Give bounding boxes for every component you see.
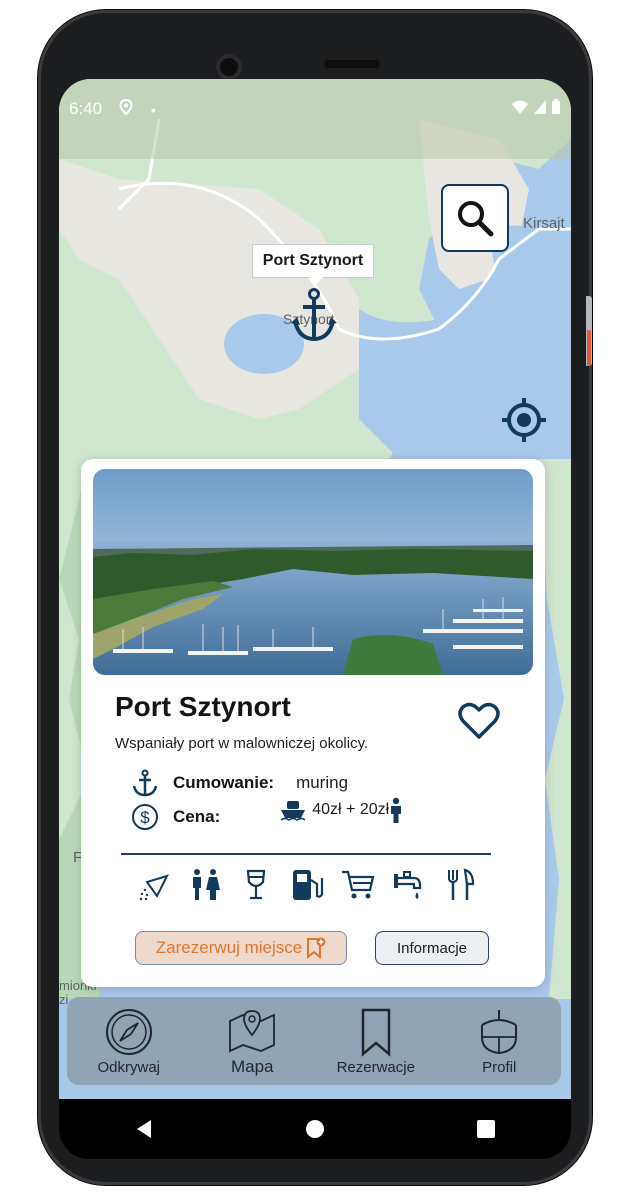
front-camera xyxy=(216,54,242,80)
home-icon[interactable] xyxy=(304,1118,326,1140)
toilet-icon xyxy=(193,869,220,900)
recents-icon[interactable] xyxy=(475,1118,497,1140)
shop-icon xyxy=(342,870,375,899)
price-value: 40zł + 20zł xyxy=(312,801,390,818)
map-label-kirsajty: Kirsajt xyxy=(523,215,565,232)
dollar-icon: $ xyxy=(132,804,158,830)
nav-label-odkrywaj: Odkrywaj xyxy=(97,1058,160,1076)
nav-item-mapa[interactable]: Mapa xyxy=(197,1005,307,1077)
boat-price-icon xyxy=(280,801,306,821)
mooring-row: Cumowanie: muring xyxy=(131,769,348,797)
amenities-list xyxy=(137,865,477,905)
port-title: Port Sztynort xyxy=(115,691,291,722)
nav-item-profil[interactable]: Profil xyxy=(444,1007,554,1076)
bottom-nav: Odkrywaj Mapa Rezerwacje Profil xyxy=(67,997,561,1085)
nav-label-profil: Profil xyxy=(482,1058,517,1076)
status-bar: 6:40 • xyxy=(59,79,571,159)
reserve-button[interactable]: Zarezerwuj miejsce xyxy=(135,931,347,965)
power-button xyxy=(587,330,591,366)
boat-icon xyxy=(481,1009,518,1054)
bookmark-add-icon xyxy=(307,937,326,959)
fuel-icon xyxy=(293,870,324,900)
map-icon xyxy=(229,1010,276,1053)
earpiece-speaker xyxy=(324,60,380,68)
bookmark-icon xyxy=(361,1008,390,1057)
app-screen: 6:40 • Kirsajt Sztynort F mionki zi Port… xyxy=(59,79,571,1099)
compass-icon xyxy=(105,1008,152,1055)
locate-me-icon[interactable] xyxy=(501,397,547,443)
nav-item-rezerwacje[interactable]: Rezerwacje xyxy=(321,1007,431,1076)
back-icon[interactable] xyxy=(133,1118,155,1140)
anchor-marker-icon[interactable] xyxy=(291,287,337,343)
map-port-tag[interactable]: Port Sztynort xyxy=(252,244,374,285)
info-button[interactable]: Informacje xyxy=(375,931,489,965)
status-icons xyxy=(511,99,561,115)
heart-icon[interactable] xyxy=(457,701,501,741)
signal-icon xyxy=(534,100,546,114)
bar-icon xyxy=(246,869,266,900)
svg-text:$: $ xyxy=(140,808,150,827)
nav-label-mapa: Mapa xyxy=(230,1057,274,1076)
nav-label-rezerwacje: Rezerwacje xyxy=(336,1058,415,1076)
card-divider xyxy=(121,853,491,855)
battery-icon xyxy=(552,99,560,114)
search-icon xyxy=(458,201,494,237)
search-button[interactable] xyxy=(441,184,509,252)
wifi-icon xyxy=(512,100,528,114)
port-photo xyxy=(93,469,533,675)
notification-dot: • xyxy=(150,102,156,118)
restaurant-icon xyxy=(448,868,475,900)
port-card[interactable]: Port Sztynort Wspaniały port w malownicz… xyxy=(81,459,545,987)
port-description: Wspaniały port w malowniczej okolicy. xyxy=(115,735,369,752)
mooring-label: Cumowanie: xyxy=(173,773,275,792)
location-status-icon: • xyxy=(119,98,156,118)
reserve-button-label: Zarezerwuj miejsce xyxy=(155,938,303,957)
price-detail: 40zł + 20zł xyxy=(280,797,403,823)
anchor-icon xyxy=(132,769,158,797)
price-row: $ Cena: 40zł + 20zł xyxy=(131,797,403,831)
person-icon xyxy=(391,797,402,823)
nav-item-odkrywaj[interactable]: Odkrywaj xyxy=(74,1007,184,1076)
water-tap-icon xyxy=(394,871,422,899)
status-time: 6:40 xyxy=(69,99,103,118)
price-label: Cena: xyxy=(173,807,221,826)
mooring-value: muring xyxy=(296,773,349,792)
system-navigation-bar xyxy=(59,1099,571,1159)
shower-icon xyxy=(139,874,169,901)
